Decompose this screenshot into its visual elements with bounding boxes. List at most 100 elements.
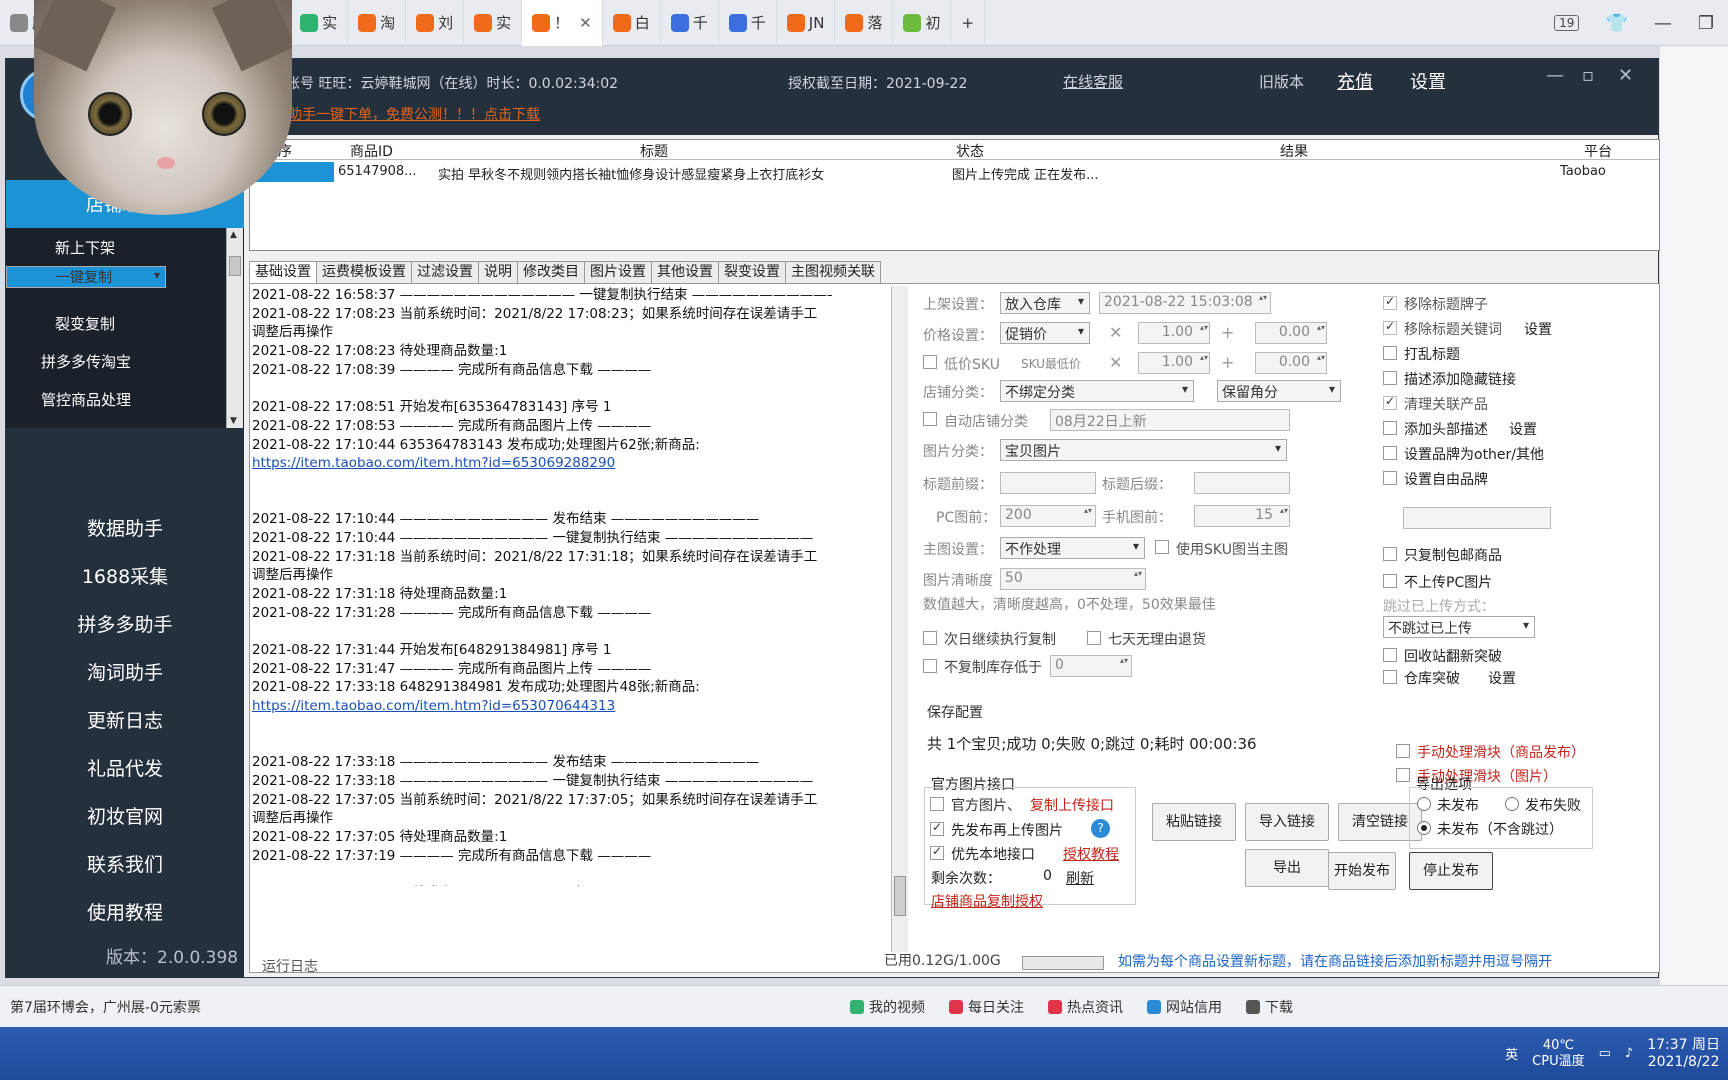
manual-slider-goods-checkbox[interactable]	[1396, 744, 1410, 758]
taskbar-app[interactable]	[414, 1030, 478, 1078]
promo-link[interactable]: 助手一键下单，免费公测！！！点击下载	[288, 104, 540, 124]
export-radio-unpublished-no-skip[interactable]	[1417, 821, 1431, 835]
option-checkbox[interactable]	[1383, 394, 1397, 410]
skip-method-select[interactable]: 不跳过已上传	[1383, 616, 1535, 638]
free-brand-input[interactable]	[1403, 507, 1551, 529]
close-tab-icon[interactable]: ✕	[579, 14, 592, 32]
settings-tab[interactable]: 图片设置	[584, 261, 652, 283]
window-minimize-icon[interactable]: —	[1546, 65, 1564, 86]
export-radio-unpublished[interactable]	[1417, 797, 1431, 811]
option-checkbox[interactable]	[1383, 319, 1397, 335]
sidebar-main-item[interactable]: 淘词助手	[6, 651, 244, 695]
sidebar-main-item[interactable]: 拼多多助手	[6, 603, 244, 647]
manual-slider-image-checkbox[interactable]	[1396, 768, 1410, 782]
browser-tab[interactable]: 白	[603, 0, 661, 46]
option-checkbox[interactable]	[1383, 471, 1397, 485]
taskbar-app[interactable]	[138, 1030, 202, 1078]
option-settings-link[interactable]: 设置	[1509, 419, 1537, 439]
title-suffix-input[interactable]	[1194, 472, 1290, 494]
only-free-ship-checkbox[interactable]	[1383, 547, 1397, 561]
col-product-id[interactable]: 商品ID	[350, 141, 393, 161]
news-ticker[interactable]: 第7届环博会，广州展-0元索票	[10, 997, 201, 1017]
settings-tab[interactable]: 修改类目	[517, 261, 585, 283]
auto-category-checkbox[interactable]	[923, 412, 937, 426]
option-checkbox[interactable]	[1383, 421, 1397, 435]
mobile-image-input[interactable]: 15	[1194, 505, 1290, 527]
taskbar-app[interactable]	[276, 1030, 340, 1078]
settings-tab[interactable]: 裂变设置	[718, 261, 786, 283]
option-checkbox[interactable]	[1383, 346, 1397, 360]
prefer-local-checkbox[interactable]	[930, 844, 944, 860]
taskbar-app[interactable]	[345, 1030, 409, 1078]
browser-tab[interactable]: 实	[290, 0, 349, 46]
log-link[interactable]: https://item.taobao.com/item.htm?id=6530…	[252, 697, 832, 716]
browser-tab[interactable]: 刘	[406, 0, 465, 46]
listing-select[interactable]: 放入仓库	[1000, 292, 1090, 314]
sku-multiplier[interactable]: 1.00	[1138, 352, 1210, 374]
taskbar-app[interactable]	[69, 1030, 133, 1078]
settings-button[interactable]: 设置	[1410, 68, 1446, 94]
recharge-button[interactable]: 充值	[1337, 68, 1373, 94]
scroll-thumb[interactable]	[229, 256, 241, 276]
sidebar-main-item[interactable]: 更新日志	[6, 699, 244, 743]
no-pc-image-checkbox[interactable]	[1383, 574, 1397, 588]
no-copy-stock-checkbox[interactable]	[923, 659, 937, 673]
shop-copy-auth-link[interactable]: 店铺商品复制授权	[931, 891, 1043, 911]
sidebar-sub-item[interactable]: 拼多多传淘宝	[6, 342, 226, 380]
col-platform[interactable]: 平台	[1584, 141, 1612, 161]
export-button[interactable]: 导出	[1245, 849, 1329, 887]
title-prefix-input[interactable]	[1000, 472, 1096, 494]
browser-tab[interactable]: 落	[835, 0, 894, 46]
log-scroll-thumb[interactable]	[894, 876, 906, 916]
settings-tab[interactable]: 运费模板设置	[316, 261, 412, 283]
official-image-checkbox[interactable]	[930, 797, 944, 811]
option-checkbox[interactable]	[1383, 294, 1397, 310]
clock[interactable]: 17:37 周日 2021/8/22	[1647, 1037, 1720, 1071]
shop-category-select[interactable]: 不绑定分类	[1000, 380, 1194, 402]
taskbar-app[interactable]	[621, 1030, 685, 1078]
sidebar-main-item[interactable]: 礼品代发	[6, 747, 244, 791]
next-day-checkbox[interactable]	[923, 631, 937, 645]
tab-count-badge[interactable]: 19	[1554, 15, 1580, 31]
scroll-down-icon[interactable]: ▼	[230, 416, 237, 426]
sidebar-main-item[interactable]: 初妆官网	[6, 795, 244, 839]
browser-tab[interactable]: ！ ✕	[522, 0, 603, 46]
new-tab-button[interactable]: +	[951, 0, 986, 46]
status-bar-item[interactable]: 我的视频	[850, 997, 925, 1017]
copy-upload-label[interactable]: 复制上传接口	[1030, 795, 1114, 815]
settings-tab[interactable]: 说明	[478, 261, 518, 283]
browser-tab[interactable]: 实	[464, 0, 523, 46]
listing-time-input[interactable]: 2021-08-22 15:03:08	[1099, 292, 1271, 314]
settings-tab[interactable]: 其他设置	[651, 261, 719, 283]
stop-publish-button[interactable]: 停止发布	[1409, 852, 1493, 890]
option-settings-link[interactable]: 设置	[1524, 319, 1552, 339]
browser-tab[interactable]: 初	[893, 0, 952, 46]
shirt-icon[interactable]: 👕	[1605, 13, 1627, 34]
sidebar-sub-item-selected[interactable]: 一键复制	[6, 266, 166, 288]
status-bar-item[interactable]: 每日关注	[949, 997, 1024, 1017]
col-result[interactable]: 结果	[1280, 141, 1308, 161]
taskbar-app[interactable]	[207, 1030, 271, 1078]
sidebar-main-item[interactable]: 数据助手	[6, 507, 244, 551]
warehouse-checkbox[interactable]	[1383, 670, 1397, 684]
status-bar-item[interactable]: 热点资讯	[1048, 997, 1123, 1017]
recycle-checkbox[interactable]	[1383, 648, 1397, 662]
sidebar-sub-item[interactable]: 管控商品处理	[6, 380, 226, 418]
scroll-up-icon[interactable]: ▲	[230, 230, 237, 240]
online-service-link[interactable]: 在线客服	[1063, 71, 1123, 92]
auth-tutorial-link[interactable]: 授权教程	[1063, 844, 1119, 864]
price-addend[interactable]: 0.00	[1255, 322, 1327, 344]
help-icon[interactable]: ?	[1091, 819, 1110, 838]
sidebar-main-item[interactable]: 1688采集	[6, 555, 244, 599]
status-bar-item[interactable]: 下载	[1246, 997, 1293, 1017]
sidebar-main-item[interactable]: 使用教程	[6, 891, 244, 935]
browser-tab[interactable]: 千	[661, 0, 719, 46]
pc-image-input[interactable]: 200	[1000, 505, 1096, 527]
auto-category-input[interactable]: 08月22日上新	[1050, 409, 1290, 431]
col-title[interactable]: 标题	[640, 141, 668, 161]
browser-tab[interactable]: JN	[777, 0, 836, 46]
option-checkbox[interactable]	[1383, 371, 1397, 385]
col-status[interactable]: 状态	[956, 141, 984, 161]
warehouse-settings-link[interactable]: 设置	[1488, 668, 1516, 688]
sidebar-sub-item[interactable]: 裂变复制	[6, 304, 226, 342]
